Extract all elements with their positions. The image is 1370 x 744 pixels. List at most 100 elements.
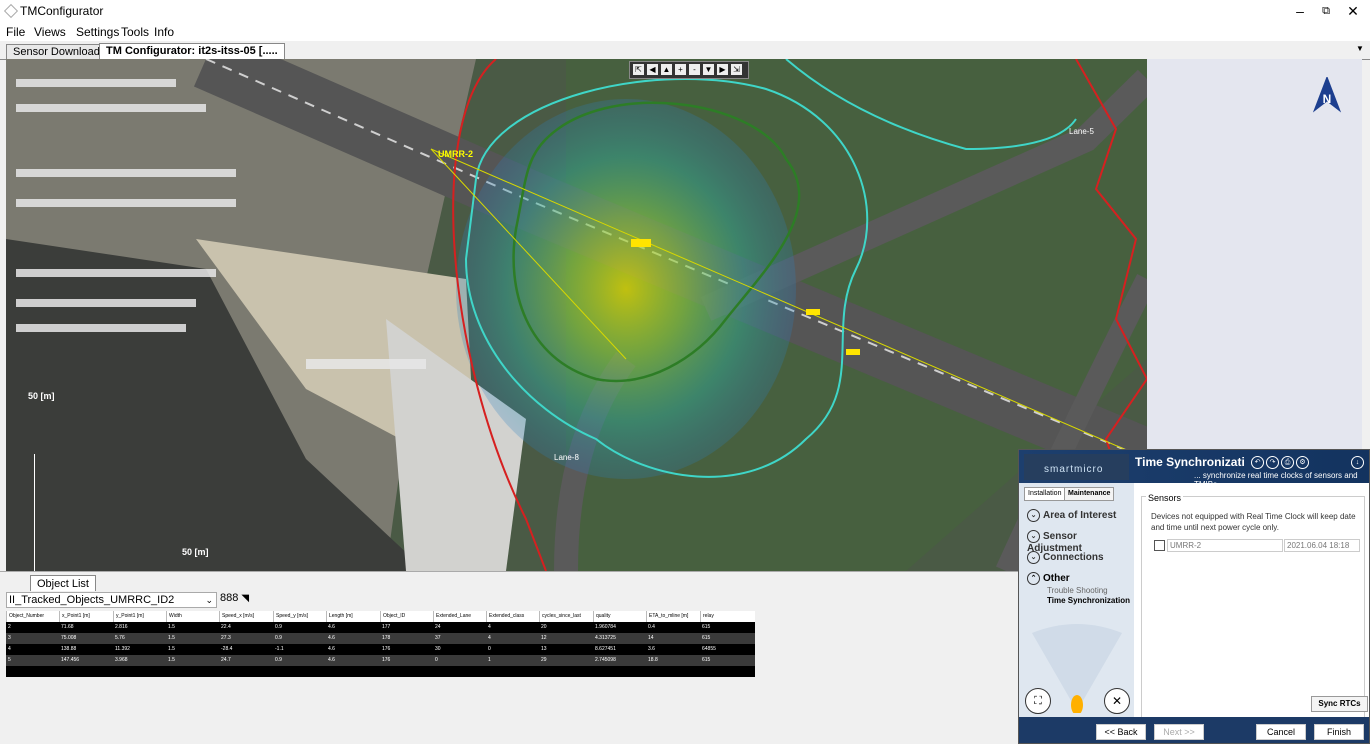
table-cell: 5	[8, 657, 11, 663]
redo-icon[interactable]: ↷	[1266, 456, 1279, 469]
table-cell: 176	[382, 646, 391, 652]
table-row[interactable]: 2 71.68 2.816 1.5 22.4 0.9 4.6 177 24 4 20 1.960784…	[6, 622, 755, 633]
table-cell: 0.4	[648, 624, 655, 630]
download-icon[interactable]: ↓	[1351, 456, 1364, 469]
table-cell: 30	[435, 646, 441, 652]
zoom-in-icon[interactable]: +	[675, 64, 686, 75]
object-count: 888 ◥	[220, 592, 249, 604]
object-type-dropdown[interactable]: II_Tracked_Objects_UMRRC_ID2 ⌄	[6, 592, 217, 608]
table-row[interactable]: 4 138.88 11.392 1.5 -28.4 -1.1 4.6 176 30 0 13 8.62…	[6, 644, 755, 655]
nav-down-icon[interactable]: ▼	[703, 64, 714, 75]
chevron-down-icon: ⌄	[1027, 551, 1040, 564]
nav-top-left-icon[interactable]: ⇱	[633, 64, 644, 75]
wizard-body: Sensors Devices not equipped with Real T…	[1134, 483, 1369, 720]
table-cell: 4.6	[328, 657, 335, 663]
sensors-description: Devices not equipped with Real Time Cloc…	[1151, 512, 1356, 532]
table-cell: 24	[435, 624, 441, 630]
sync-rtcs-button[interactable]: Sync RTCs	[1311, 696, 1368, 712]
table-cell: 1.960784	[595, 624, 616, 630]
table-cell: 3.6	[648, 646, 655, 652]
sensor-checkbox[interactable]	[1154, 540, 1165, 551]
sensor-time-field[interactable]: 2021.06.04 18:18	[1284, 539, 1360, 552]
undo-icon[interactable]: ↶	[1251, 456, 1264, 469]
smartmicro-wizard: smartmicro Time Synchronizati ↶ ↷ ⎙ ⚙ ↓ …	[1018, 449, 1370, 744]
menu-views[interactable]: Views	[34, 25, 66, 39]
table-cell: 0	[488, 646, 491, 652]
dropdown-value: II_Tracked_Objects_UMRRC_ID2	[9, 594, 175, 606]
sensor-icon[interactable]: ⛶	[1025, 688, 1051, 714]
tab-maintenance[interactable]: Maintenance	[1064, 487, 1115, 501]
zoom-out-icon[interactable]: -	[689, 64, 700, 75]
finish-button[interactable]: Finish	[1314, 724, 1364, 740]
column-header[interactable]: x_Point1 [m]	[59, 611, 113, 622]
chevron-down-icon: ⌄	[1027, 530, 1040, 543]
nav-other[interactable]: ⌃ Other	[1027, 572, 1070, 585]
restore-button[interactable]: ⧉	[1311, 2, 1341, 20]
column-header[interactable]: quality	[593, 611, 646, 622]
menu-tools[interactable]: Tools	[121, 25, 149, 39]
back-button[interactable]: << Back	[1096, 724, 1146, 740]
column-header[interactable]: relay	[700, 611, 755, 622]
table-cell: -1.1	[275, 646, 284, 652]
nav-area-of-interest[interactable]: ⌄ Area of Interest	[1027, 509, 1116, 522]
nav-trouble-shooting[interactable]: Trouble Shooting	[1047, 586, 1108, 595]
column-header[interactable]: Object_ID	[380, 611, 433, 622]
map-view[interactable]: ⇱ ◀ ▲ + - ▼ ▶ ⇲ UMRR-2 Lane-5 Lane-8 50 …	[6, 59, 1147, 571]
column-header[interactable]: Object_Number	[6, 611, 59, 622]
lane-label-5: Lane-5	[1069, 127, 1094, 136]
table-cell: 37	[435, 635, 441, 641]
nav-label: Other	[1043, 573, 1070, 585]
column-header[interactable]: Extended_class	[486, 611, 539, 622]
object-table[interactable]: Object_Number x_Point1 [m] y_Point1 [m] Wid…	[6, 611, 755, 677]
table-cell: 14	[648, 635, 654, 641]
nav-bottom-right-icon[interactable]: ⇲	[731, 64, 742, 75]
menu-bar: File Views Settings Tools Info	[0, 22, 1370, 41]
table-cell: 2	[8, 624, 11, 630]
print-icon[interactable]: ⎙	[1281, 456, 1294, 469]
table-cell: 2.816	[115, 624, 128, 630]
nav-connections[interactable]: ⌄ Connections	[1027, 551, 1104, 564]
column-header[interactable]: Extended_Lane	[433, 611, 486, 622]
table-cell: 4.6	[328, 646, 335, 652]
table-cell: 11.392	[115, 646, 130, 652]
column-header[interactable]: Speed_x [m/s]	[219, 611, 273, 622]
menu-file[interactable]: File	[6, 25, 25, 39]
table-cell: 4	[488, 624, 491, 630]
close-button[interactable]: ✕	[1338, 2, 1368, 20]
sensor-label[interactable]: UMRR-2	[438, 149, 473, 159]
chevron-down-icon: ⌄	[205, 595, 213, 605]
menu-info[interactable]: Info	[154, 25, 174, 39]
object-count-value: 888	[220, 592, 239, 604]
nav-time-synchronization[interactable]: Time Synchronization	[1047, 596, 1130, 605]
column-header[interactable]: cycles_since_last	[539, 611, 593, 622]
cancel-button[interactable]: Cancel	[1256, 724, 1306, 740]
tools-icon[interactable]: ✕	[1104, 688, 1130, 714]
nav-right-icon[interactable]: ▶	[717, 64, 728, 75]
table-cell: 5.76	[115, 635, 125, 641]
column-header[interactable]: y_Point1 [m]	[113, 611, 166, 622]
menu-settings[interactable]: Settings	[76, 25, 119, 39]
table-row[interactable]: 5 147.456 3.968 1.5 24.7 0.9 4.6 176 0 1 29 2.74509…	[6, 655, 755, 666]
sensor-name-field[interactable]: UMRR-2	[1167, 539, 1283, 552]
table-row[interactable]: 3 75.008 5.76 1.5 27.3 0.9 4.6 178 37 4 12 4.313725…	[6, 633, 755, 644]
table-cell: 4.6	[328, 635, 335, 641]
tab-object-list[interactable]: Object List	[30, 575, 96, 592]
lane-label-8: Lane-8	[554, 453, 579, 462]
settings-icon[interactable]: ⚙	[1296, 456, 1309, 469]
table-cell: 147.456	[61, 657, 80, 663]
column-header[interactable]: Width	[166, 611, 219, 622]
north-arrow-icon: N	[1312, 77, 1342, 113]
tab-installation[interactable]: Installation	[1024, 487, 1066, 501]
table-cell: 29	[541, 657, 547, 663]
column-header[interactable]: Length [m]	[326, 611, 380, 622]
table-cell: 0.9	[275, 635, 282, 641]
next-button[interactable]: Next >>	[1154, 724, 1204, 740]
nav-up-icon[interactable]: ▲	[661, 64, 672, 75]
nav-left-icon[interactable]: ◀	[647, 64, 658, 75]
column-header[interactable]: ETA_to_mline [m]	[646, 611, 700, 622]
column-header[interactable]: Speed_y [m/s]	[273, 611, 326, 622]
tabs-dropdown-icon[interactable]: ▼	[1356, 44, 1364, 53]
table-cell: 4	[488, 635, 491, 641]
tab-sensor-download[interactable]: Sensor Download	[6, 44, 107, 60]
table-cell: 8.627451	[595, 646, 616, 652]
